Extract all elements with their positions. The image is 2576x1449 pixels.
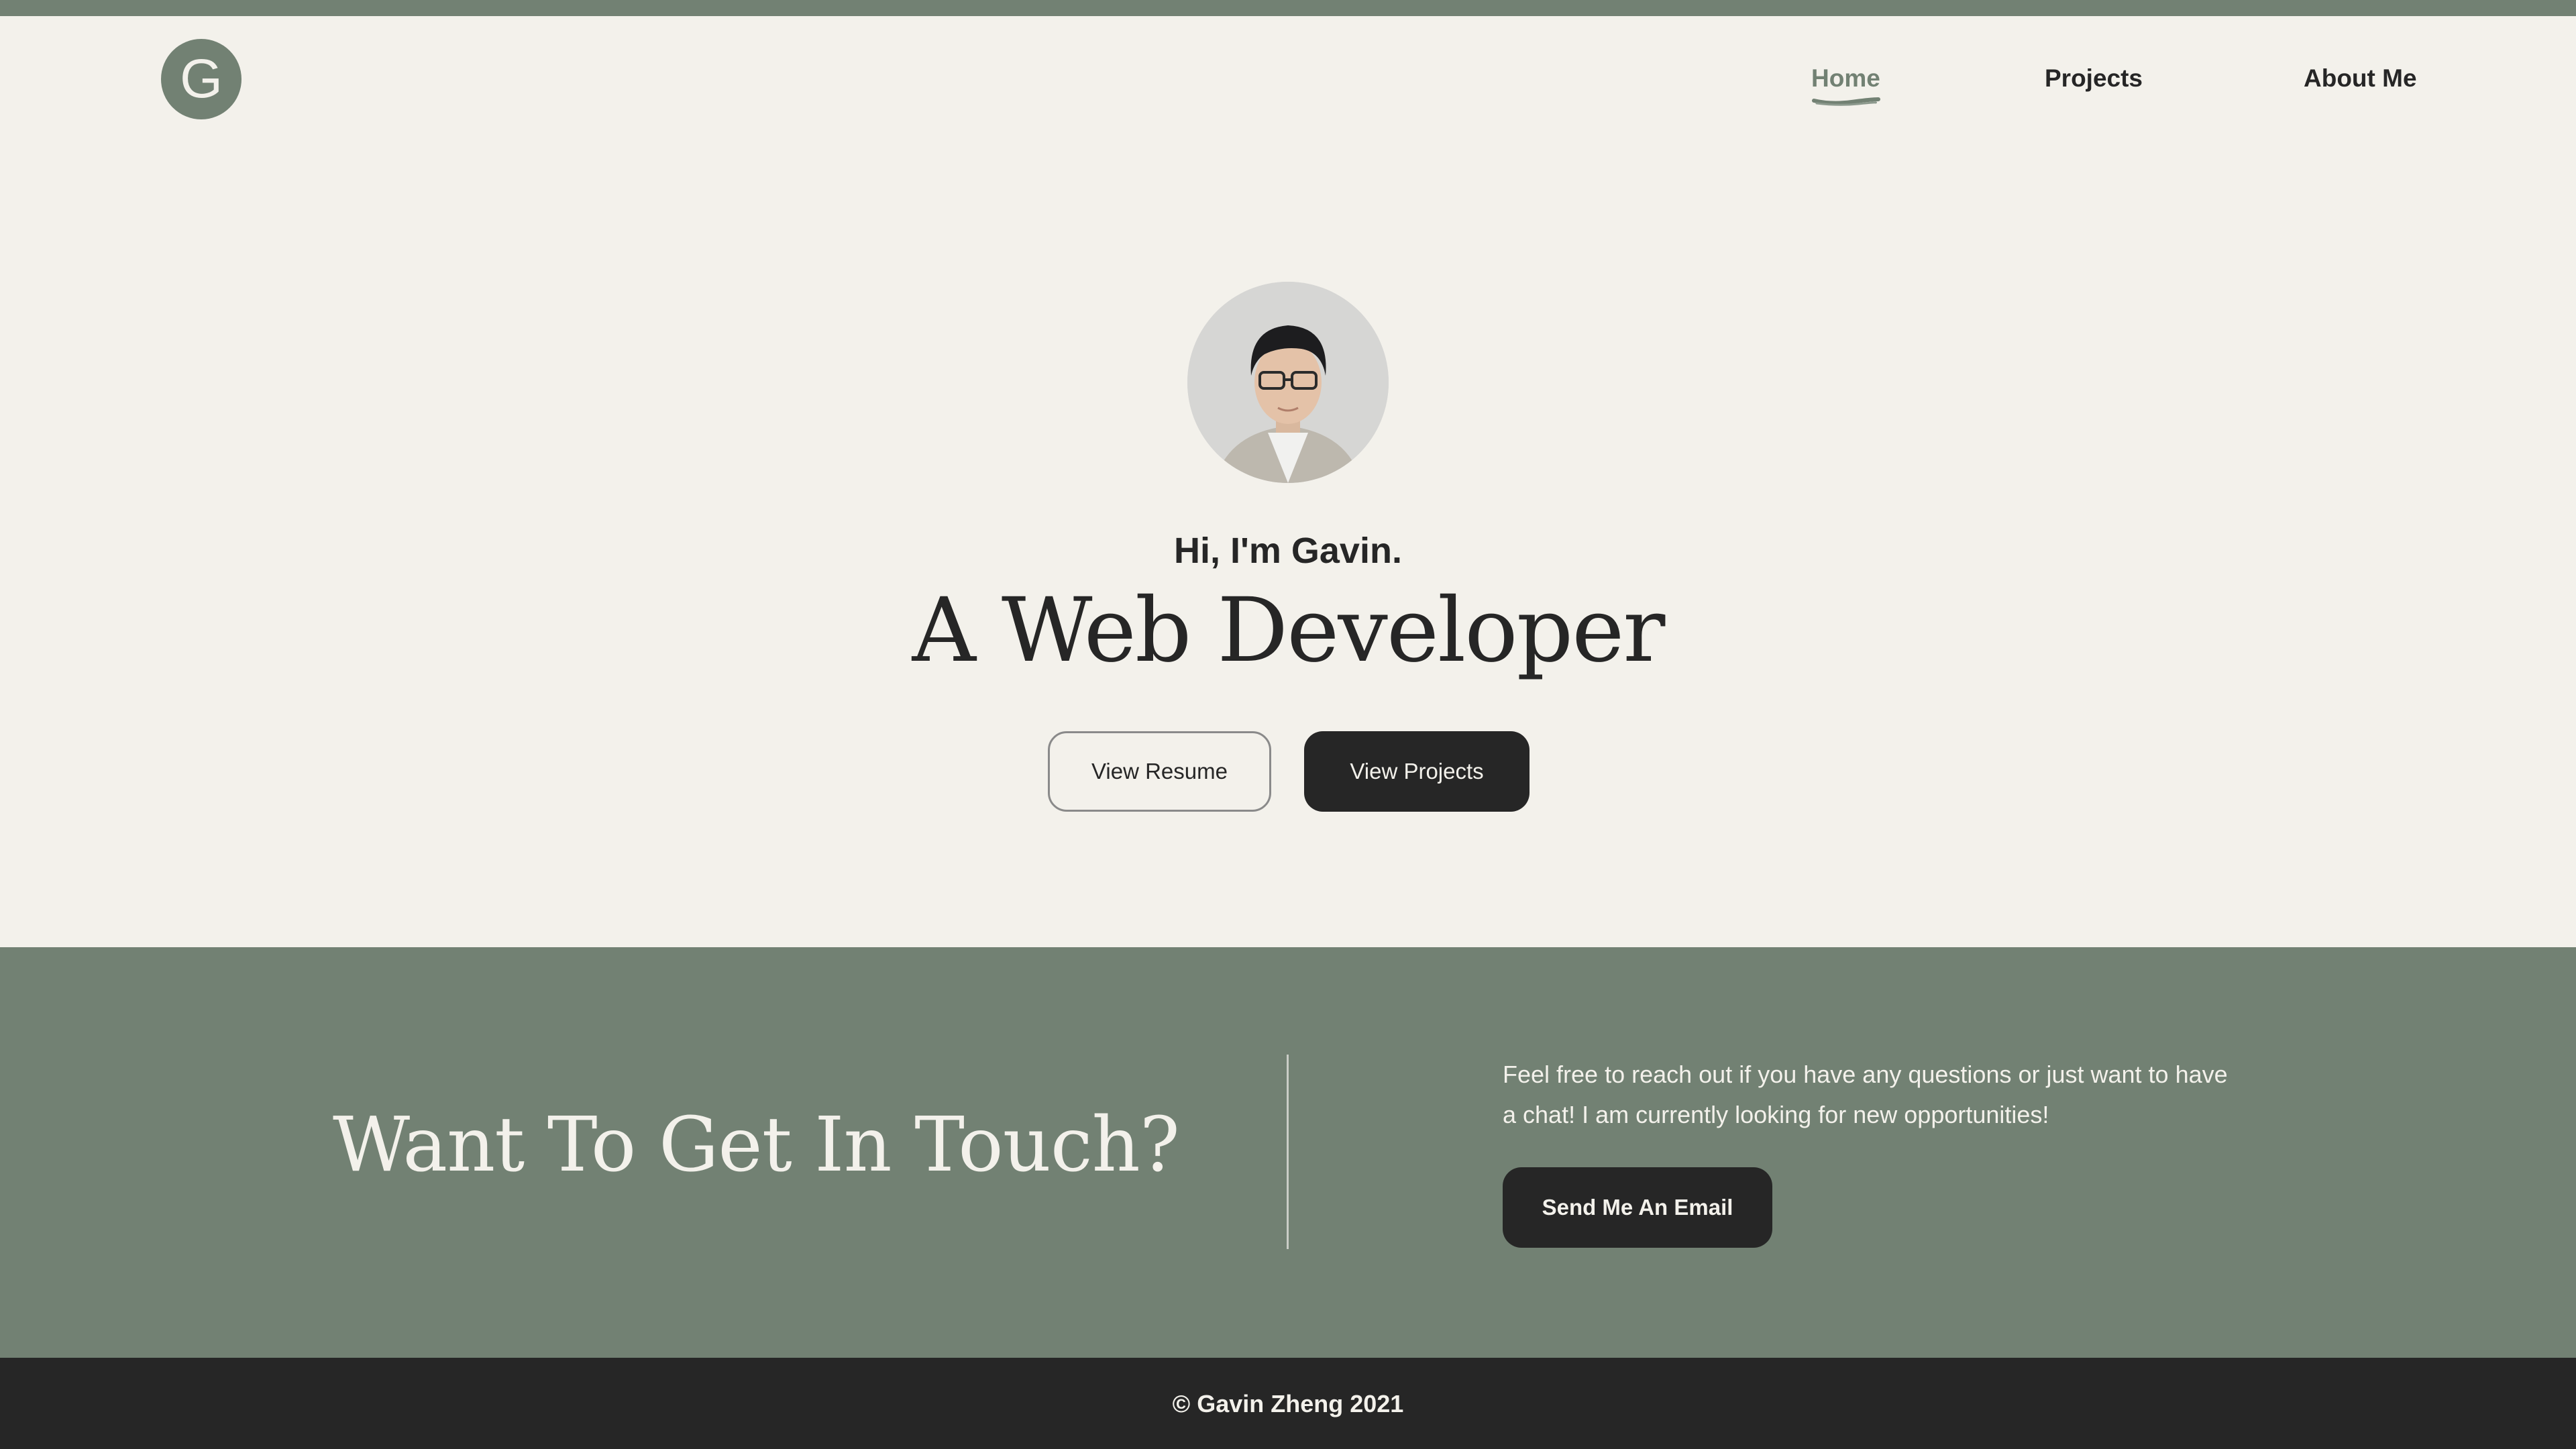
nav-item-home[interactable]: Home [1811, 64, 1880, 93]
main-nav: Home Projects About Me [0, 64, 2576, 118]
top-accent-strip [0, 0, 2576, 16]
contact-divider [1287, 1055, 1289, 1249]
hero-greeting: Hi, I'm Gavin. [1174, 531, 1402, 571]
footer: © Gavin Zheng 2021 [0, 1358, 2576, 1449]
nav-item-projects[interactable]: Projects [2045, 64, 2143, 93]
hero-headline: A Web Developer [912, 579, 1666, 682]
copyright-text: © Gavin Zheng 2021 [1172, 1390, 1404, 1417]
view-projects-button[interactable]: View Projects [1304, 731, 1529, 812]
view-resume-button[interactable]: View Resume [1048, 731, 1271, 812]
profile-photo [1187, 282, 1389, 483]
contact-text: Feel free to reach out if you have any q… [1503, 1061, 2228, 1128]
contact-section: Want To Get In Touch? Feel free to reach… [0, 947, 2576, 1358]
active-nav-underline [1812, 97, 1880, 106]
contact-title: Want To Get In Touch? [333, 1102, 1180, 1189]
nav-item-about-me[interactable]: About Me [2304, 64, 2417, 93]
send-email-button[interactable]: Send Me An Email [1503, 1167, 1772, 1248]
